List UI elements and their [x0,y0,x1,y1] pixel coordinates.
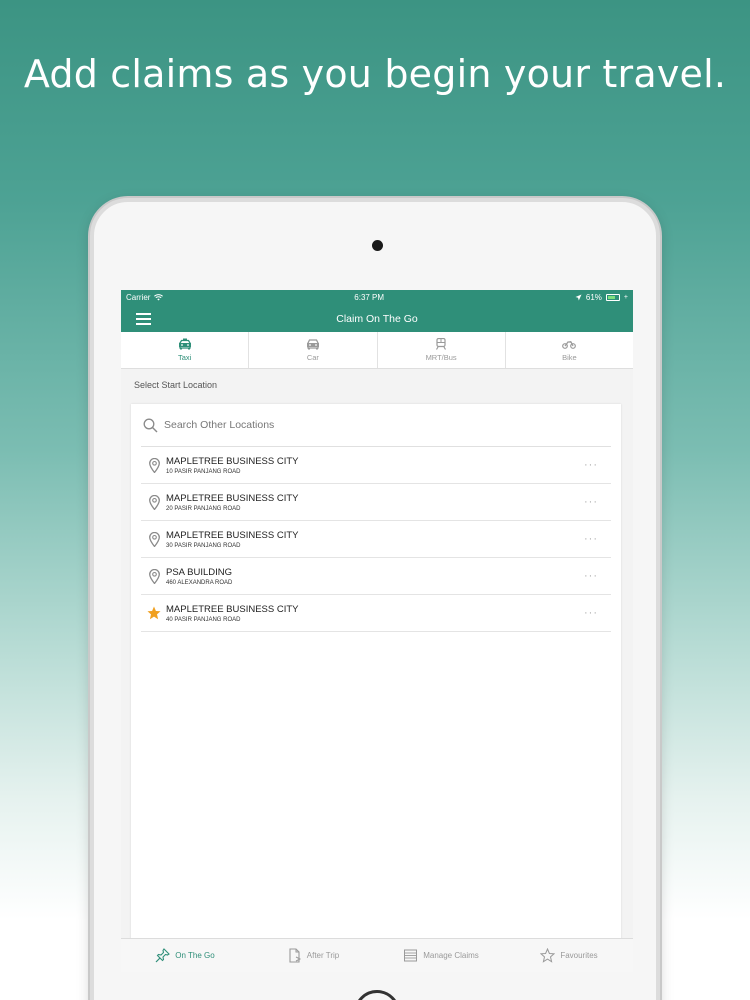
motorbike-icon [562,341,577,349]
pin-push-icon [155,948,171,963]
list-item[interactable]: PSA BUILDING 460 ALEXANDRA ROAD ··· [141,558,611,595]
more-options-icon[interactable]: ··· [571,607,611,619]
location-card: Search Other Locations MAPLETREE BUSINES… [131,404,621,972]
location-address: 10 PASIR PANJANG ROAD [166,468,241,475]
location-name: MAPLETREE BUSINESS CITY [166,492,299,504]
app-screen: Carrier 6:37 PM 61% + Claim On The Go Ta… [121,290,633,972]
tab-label: After Trip [306,951,340,960]
document-icon [289,948,301,963]
nav-bar: Claim On The Go [121,305,633,332]
location-address: 40 PASIR PANJANG ROAD [166,616,241,623]
tab-taxi[interactable]: Taxi [121,332,250,368]
menu-icon[interactable] [136,313,151,325]
transport-mode-tabs: Taxi Car MRT/Bus Bike [121,332,633,369]
tab-mrt-bus[interactable]: MRT/Bus [378,332,506,368]
camera [372,240,383,251]
tab-car[interactable]: Car [249,332,378,368]
section-label: Select Start Location [134,380,218,390]
tab-label: Favourites [560,951,598,960]
search-input[interactable]: Search Other Locations [141,404,611,447]
train-icon [436,338,447,350]
location-address: 30 PASIR PANJANG ROAD [166,542,241,549]
status-time: 6:37 PM [354,293,385,302]
tab-label: Bike [562,353,577,362]
tab-after-trip[interactable]: After Trip [249,939,377,972]
list-icon [404,949,418,962]
tab-label: Taxi [177,353,192,362]
location-name: MAPLETREE BUSINESS CITY [166,455,299,467]
more-options-icon[interactable]: ··· [571,459,611,471]
car-icon [306,339,319,350]
battery-percent: 61% [585,293,602,302]
location-name: MAPLETREE BUSINESS CITY [166,603,299,615]
tab-label: Car [306,353,319,362]
pin-icon [147,494,161,510]
list-item[interactable]: MAPLETREE BUSINESS CITY 40 PASIR PANJANG… [141,595,611,632]
tab-on-the-go[interactable]: On The Go [121,939,249,972]
search-placeholder: Search Other Locations [164,419,275,431]
charging-icon: + [623,294,628,301]
tab-bike[interactable]: Bike [506,332,633,368]
more-options-icon[interactable]: ··· [571,570,611,582]
taxi-icon [178,338,191,350]
search-icon [143,418,158,432]
more-options-icon[interactable]: ··· [571,496,611,508]
status-bar: Carrier 6:37 PM 61% + [121,290,633,305]
list-item[interactable]: MAPLETREE BUSINESS CITY 20 PASIR PANJANG… [141,484,611,521]
location-address: 20 PASIR PANJANG ROAD [166,505,241,512]
bottom-tab-bar: On The Go After Trip Manage Claims Favou… [121,938,633,972]
tab-manage-claims[interactable]: Manage Claims [377,939,505,972]
list-item[interactable]: MAPLETREE BUSINESS CITY 30 PASIR PANJANG… [141,521,611,558]
star-outline-icon [540,948,556,963]
battery-icon [605,294,620,301]
star-icon [147,605,161,621]
tab-favourites[interactable]: Favourites [505,939,633,972]
pin-icon [147,568,161,584]
more-options-icon[interactable]: ··· [571,533,611,545]
pin-icon [147,531,161,547]
ipad-frame: Carrier 6:37 PM 61% + Claim On The Go Ta… [90,198,660,1000]
carrier-label: Carrier [126,293,151,302]
home-button[interactable] [354,990,400,1000]
page-title: Claim On The Go [336,312,418,325]
pin-icon [147,457,161,473]
location-arrow-icon [575,294,582,301]
wifi-icon [154,294,164,301]
list-item[interactable]: MAPLETREE BUSINESS CITY 10 PASIR PANJANG… [141,447,611,484]
tab-label: MRT/Bus [425,353,457,362]
headline: Add claims as you begin your travel. [23,52,727,96]
tab-label: On The Go [175,951,215,960]
location-name: MAPLETREE BUSINESS CITY [166,529,299,541]
location-name: PSA BUILDING [166,566,232,578]
location-address: 460 ALEXANDRA ROAD [166,579,233,586]
tab-label: Manage Claims [423,951,479,960]
